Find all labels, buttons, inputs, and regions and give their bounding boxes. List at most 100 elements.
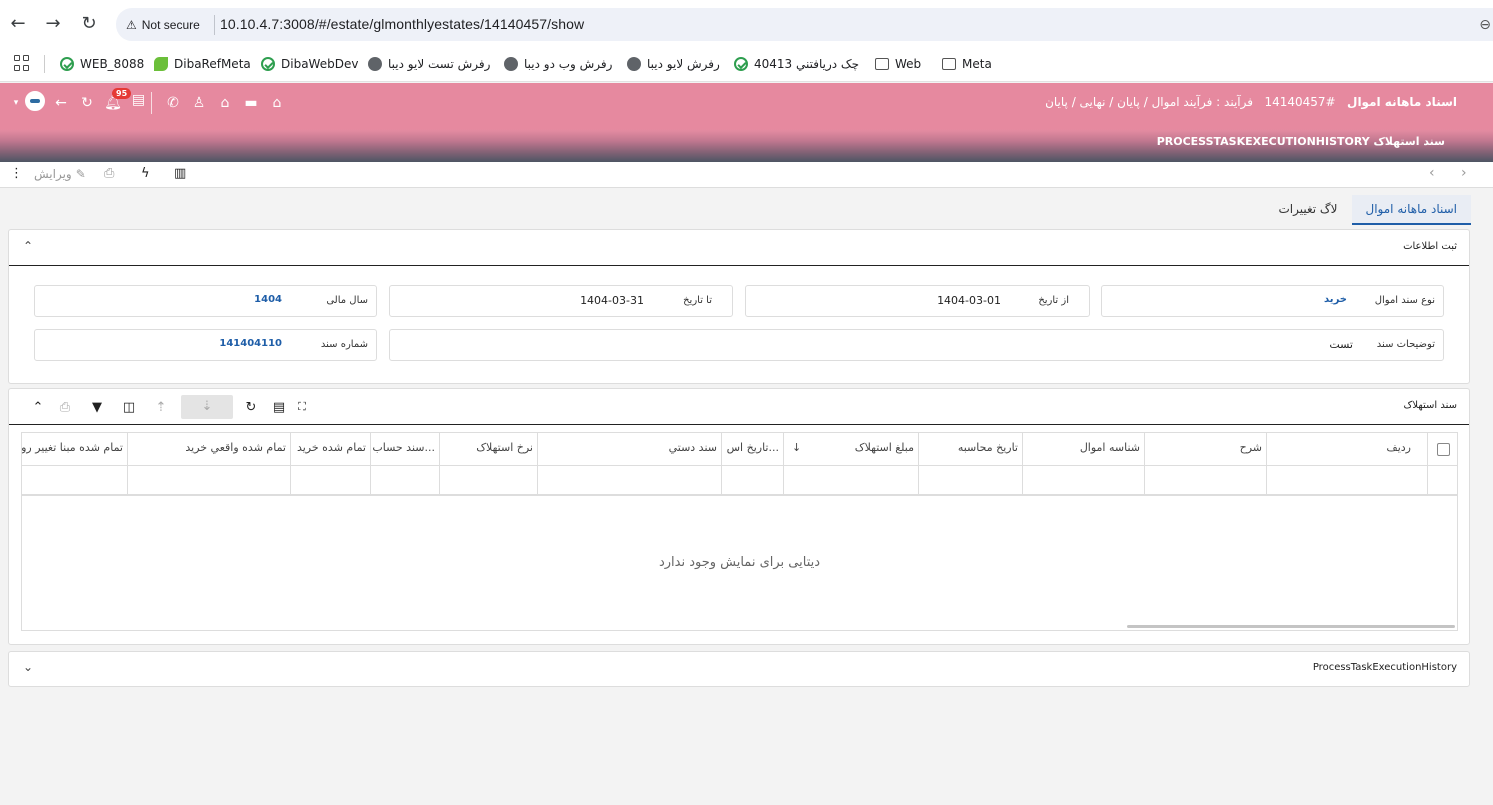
browser-toolbar: ← → ↻ ⚠ Not secure 10.10.4.7:3008/#/esta… xyxy=(0,0,1493,48)
description-field[interactable]: توضیحات سند تست xyxy=(389,329,1444,361)
map-icon[interactable]: ▥ xyxy=(174,166,186,181)
back-arrow-icon[interactable]: ← xyxy=(48,95,74,111)
chevron-right-icon[interactable]: › xyxy=(1461,165,1467,181)
bookmark-refresh-web-two[interactable]: رفرش وب دو دیبا xyxy=(504,54,612,74)
bookmarks-bar: WEB_8088 DibaRefMeta DibaWebDev رفرش تست… xyxy=(0,48,1493,82)
to-date-field[interactable]: تا تاریخ 1404-03-31 xyxy=(389,285,733,317)
subnav-depreciation-doc[interactable]: سند استهلاک xyxy=(1374,135,1445,148)
from-date-field[interactable]: از تاریخ 1404-03-01 xyxy=(745,285,1090,317)
record-id: #14140457 xyxy=(1264,95,1336,109)
check-circle-icon xyxy=(734,57,748,71)
refresh-icon[interactable]: ↻ xyxy=(237,400,265,415)
print-icon[interactable]: ⎙ xyxy=(104,166,114,181)
column-header[interactable]: تاریخ محاسبه xyxy=(919,433,1023,466)
select-all-cell xyxy=(1428,433,1457,466)
bell-icon[interactable]: 🔔︎ 95 xyxy=(100,88,132,111)
filter-cell[interactable] xyxy=(1145,466,1267,496)
info-panel-title: ثبت اطلاعات xyxy=(1403,241,1457,252)
address-bar[interactable]: ⚠ Not secure 10.10.4.7:3008/#/estate/glm… xyxy=(116,8,1493,41)
folder-icon xyxy=(942,58,956,70)
chevron-up-icon[interactable]: ⌃ xyxy=(23,239,33,253)
reload-icon[interactable]: ↻ xyxy=(77,12,101,36)
column-header[interactable]: شناسه اموال xyxy=(1023,433,1145,466)
home-icon[interactable]: ⌂ xyxy=(264,95,290,111)
inbox-icon[interactable]: ⌂ xyxy=(212,95,238,111)
info-panel: ثبت اطلاعات ⌃ نوع سند اموال خرید از تاری… xyxy=(8,229,1470,384)
bookmark-refresh-test-live[interactable]: رفرش تست لایو دیبا xyxy=(368,54,490,74)
back-icon[interactable]: ← xyxy=(6,12,30,36)
filter-cell[interactable] xyxy=(784,466,919,496)
filter-cell[interactable] xyxy=(128,466,291,496)
globe-icon xyxy=(368,57,382,71)
column-header[interactable]: تمام شده مبنا تغییر روش xyxy=(22,433,128,466)
refresh-icon[interactable]: ↻ xyxy=(74,95,100,111)
tab-change-log[interactable]: لاگ تغییرات xyxy=(1264,195,1351,225)
fullscreen-icon[interactable]: ⛶ xyxy=(293,400,311,414)
filter-cell[interactable] xyxy=(371,466,440,496)
filter-cell[interactable] xyxy=(291,466,371,496)
fiscal-year-field[interactable]: سال مالی 1404 xyxy=(34,285,377,317)
horizontal-scrollbar[interactable] xyxy=(1127,625,1455,628)
column-header[interactable]: ردیف xyxy=(1267,433,1428,466)
select-all-checkbox[interactable] xyxy=(1437,443,1450,456)
upload-icon[interactable]: ⇡ xyxy=(145,400,177,415)
column-header[interactable]: نرخ استهلاک xyxy=(440,433,538,466)
chevron-down-icon[interactable]: ▾ xyxy=(10,98,22,108)
forward-icon[interactable]: → xyxy=(41,12,65,36)
url-text[interactable]: 10.10.4.7:3008/#/estate/glmonthlyestates… xyxy=(220,16,584,32)
bookmark-folder-meta[interactable]: Meta xyxy=(942,54,992,74)
filter-cell[interactable] xyxy=(22,466,128,496)
phone-icon[interactable]: ✆ xyxy=(160,95,186,111)
user-logo-icon xyxy=(25,91,45,111)
bookmark-folder-web[interactable]: Web xyxy=(875,54,921,74)
more-vert-icon[interactable]: ⋮ xyxy=(10,166,23,181)
zoom-icon[interactable]: ⊖ xyxy=(1479,17,1491,33)
doc-type-field[interactable]: نوع سند اموال خرید xyxy=(1101,285,1444,317)
filter-cell[interactable] xyxy=(440,466,538,496)
bookmark-check-receivable[interactable]: چک دريافتني 40413 xyxy=(734,54,859,74)
chevron-up-icon[interactable]: ⌃ xyxy=(27,400,49,415)
column-header[interactable]: سند دستي xyxy=(538,433,722,466)
grid-panel-header: سند استهلاک ⌃ ⎙ ▼ ◫ ⇡ ⇣ ↻ ▤ ⛶ xyxy=(9,389,1469,425)
folder-icon[interactable]: ▬ xyxy=(238,95,264,111)
subnav-history[interactable]: PROCESSTASKEXECUTIONHISTORY xyxy=(1157,135,1370,148)
avatar[interactable] xyxy=(22,91,48,115)
chevron-down-icon[interactable]: ⌄ xyxy=(23,660,33,674)
filter-cell[interactable] xyxy=(722,466,784,496)
column-header[interactable]: مبلغ استهلاک ↓ xyxy=(784,433,919,466)
filter-cell[interactable] xyxy=(919,466,1023,496)
warning-icon: ⚠ xyxy=(126,18,137,32)
empty-state-message: دیتایی برای نمایش وجود ندارد xyxy=(658,555,821,570)
columns-icon[interactable]: ◫ xyxy=(113,400,145,415)
filter-icon[interactable]: ▼ xyxy=(81,400,113,415)
tab-monthly-estate-docs[interactable]: اسناد ماهانه اموال xyxy=(1351,195,1471,225)
density-icon[interactable]: ▤ xyxy=(265,400,293,415)
column-header[interactable]: تاریخ اس... xyxy=(722,433,784,466)
header-subnav: PROCESSTASKEXECUTIONHISTORY سند استهلاک xyxy=(1157,135,1459,148)
info-panel-header: ثبت اطلاعات ⌃ xyxy=(9,230,1469,266)
security-label: Not secure xyxy=(141,18,200,32)
chevron-left-icon[interactable]: ‹ xyxy=(1429,165,1435,181)
bookmark-refresh-live[interactable]: رفرش لایو دیبا xyxy=(627,54,720,74)
print-icon[interactable]: ⎙ xyxy=(49,400,81,415)
filter-cell[interactable] xyxy=(1023,466,1145,496)
filter-cell[interactable] xyxy=(1267,466,1428,496)
bookmark-web8088[interactable]: WEB_8088 xyxy=(60,54,144,74)
user-support-icon[interactable]: ♙ xyxy=(186,95,212,111)
bookmark-dibawebdev[interactable]: DibaWebDev xyxy=(261,54,358,74)
column-header[interactable]: سند حساب... xyxy=(371,433,440,466)
lightning-icon[interactable]: ϟ xyxy=(141,166,150,181)
security-indicator[interactable]: ⚠ Not secure xyxy=(126,15,200,35)
sort-arrow-icon[interactable]: ↓ xyxy=(792,441,801,454)
edit-button[interactable]: ویرایش ✎ xyxy=(34,167,86,181)
filter-cell[interactable] xyxy=(538,466,722,496)
globe-icon xyxy=(627,57,641,71)
column-header[interactable]: شرح xyxy=(1145,433,1267,466)
apps-grid-icon[interactable] xyxy=(14,55,30,71)
download-icon[interactable]: ⇣ xyxy=(181,395,233,419)
column-header[interactable]: تمام شده خرید xyxy=(291,433,371,466)
message-icon[interactable]: ▤ xyxy=(126,92,152,114)
column-header[interactable]: تمام شده واقعي خرید xyxy=(128,433,291,466)
doc-number-field[interactable]: شماره سند 141404110 xyxy=(34,329,377,361)
bookmark-dibarefmeta[interactable]: DibaRefMeta xyxy=(154,54,251,74)
